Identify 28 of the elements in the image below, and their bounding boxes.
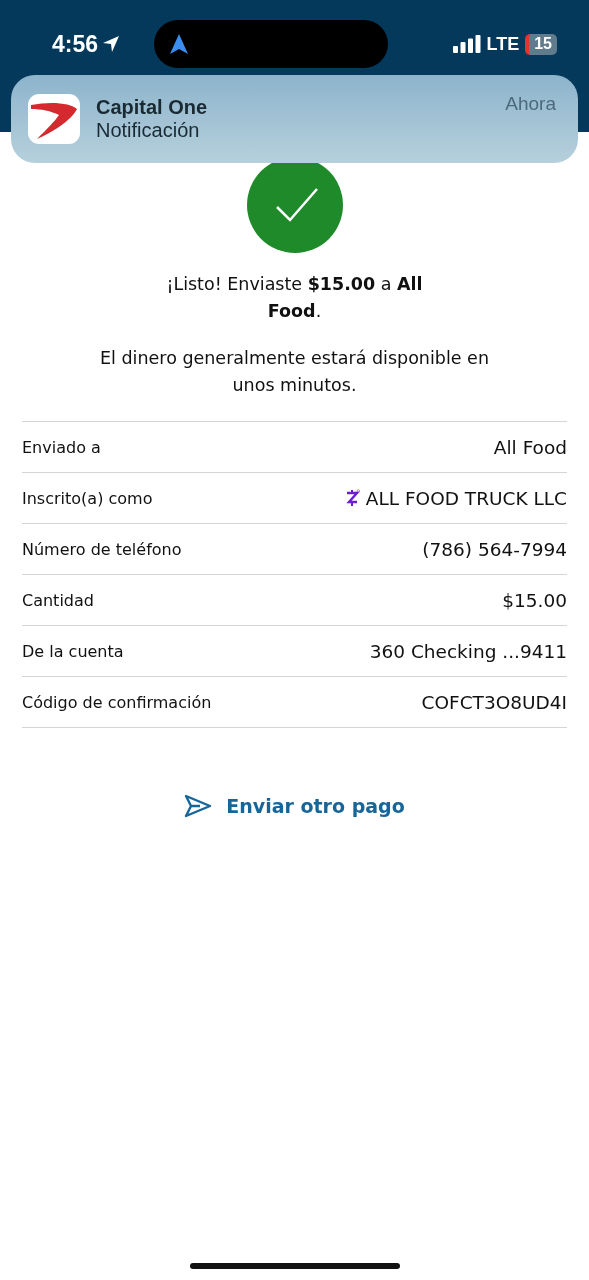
detail-label: Código de confirmación <box>22 692 212 712</box>
availability-note: El dinero generalmente estará disponible en unos minutos. <box>99 347 490 397</box>
detail-label: De la cuenta <box>22 641 124 661</box>
detail-value: All Food <box>493 436 567 458</box>
detail-label: Inscrito(a) como <box>22 488 153 508</box>
detail-value: (786) 564-7994 <box>422 538 567 560</box>
navigation-arrow-icon <box>170 34 189 54</box>
detail-label: Cantidad <box>22 590 94 610</box>
zelle-icon <box>345 489 360 507</box>
notification-text: Notificación <box>96 119 201 142</box>
detail-value: $15.00 <box>502 589 567 611</box>
detail-label: Enviado a <box>22 437 101 457</box>
detail-value: 360 Checking ...9411 <box>369 640 567 662</box>
notification-title: Capital One <box>96 96 209 119</box>
send-another-payment-button[interactable]: Enviar otro pago <box>180 790 409 822</box>
detail-value: COFCT3O8UD4I <box>421 691 567 713</box>
detail-label: Número de teléfono <box>22 539 182 559</box>
notification-banner[interactable]: Capital One Notificación Ahora <box>11 75 578 163</box>
send-icon <box>184 794 213 818</box>
notification-time: Ahora <box>505 93 556 115</box>
battery-level: 15 <box>525 33 557 55</box>
signal-icon <box>452 35 481 53</box>
app-icon <box>28 94 80 144</box>
status-time: 4:56 <box>52 30 99 58</box>
network-label: LTE <box>486 33 520 55</box>
location-arrow-icon <box>102 35 121 53</box>
confirmation-message: ¡Listo! Enviaste $15.00 a All Food. <box>165 273 424 323</box>
detail-value: ALL FOOD TRUCK LLC <box>365 487 567 509</box>
